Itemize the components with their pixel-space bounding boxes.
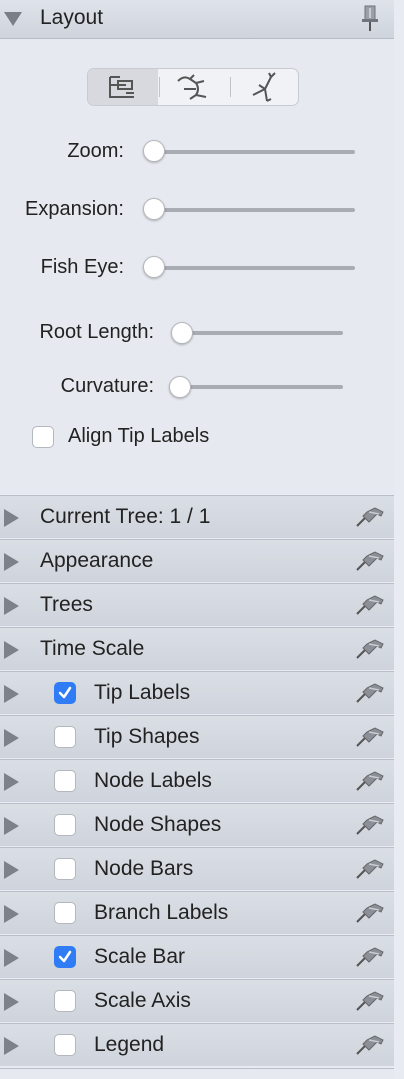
radial-tree-icon[interactable] (231, 69, 298, 105)
pin-icon[interactable] (355, 726, 385, 753)
panel-enable-checkbox[interactable] (54, 726, 76, 748)
pin-icon[interactable] (355, 506, 385, 533)
panel-row-label: Node Shapes (94, 813, 222, 836)
panel-enable-checkbox[interactable] (54, 902, 76, 924)
pin-icon[interactable] (355, 770, 385, 797)
panel-row-label: Appearance (40, 549, 154, 572)
panel-enable-checkbox[interactable] (54, 682, 76, 704)
pin-icon[interactable] (355, 902, 385, 929)
panel-row-label: Node Bars (94, 857, 194, 880)
pin-icon[interactable] (355, 990, 385, 1017)
panel-enable-checkbox[interactable] (54, 1034, 76, 1056)
panel-row[interactable]: Scale Bar (0, 935, 394, 978)
panel-row[interactable]: Node Shapes (0, 803, 394, 846)
disclosure-open-icon[interactable] (4, 12, 22, 26)
zoom-label: Zoom: (67, 140, 124, 162)
layout-panel-header[interactable]: Layout (0, 0, 394, 39)
curvature-label: Curvature: (60, 375, 154, 397)
disclosure-closed-icon[interactable] (4, 509, 19, 527)
panel-row-label: Trees (40, 593, 93, 616)
pin-icon[interactable] (355, 594, 385, 621)
pin-icon[interactable] (355, 814, 385, 841)
panel-bottom (0, 1068, 394, 1079)
panel-row[interactable]: Node Labels (0, 759, 394, 802)
panel-row[interactable]: Tip Shapes (0, 715, 394, 758)
expansion-slider-knob[interactable] (143, 198, 165, 220)
disclosure-closed-icon[interactable] (4, 553, 19, 571)
disclosure-closed-icon[interactable] (4, 905, 19, 923)
rectangular-tree-icon[interactable] (88, 69, 158, 105)
layout-title: Layout (40, 6, 104, 29)
curvature-slider-track[interactable] (181, 385, 343, 389)
panel-row[interactable]: Current Tree: 1 / 1 (0, 495, 394, 538)
panel-row-label: Scale Bar (94, 945, 186, 968)
panel-row[interactable]: Scale Axis (0, 979, 394, 1022)
panel-enable-checkbox[interactable] (54, 990, 76, 1012)
disclosure-closed-icon[interactable] (4, 773, 19, 791)
panel-row[interactable]: Node Bars (0, 847, 394, 890)
zoom-slider-knob[interactable] (143, 140, 165, 162)
root-length-slider-knob[interactable] (171, 322, 193, 344)
align-tip-labels-checkbox[interactable] (32, 426, 54, 448)
pin-icon[interactable] (355, 638, 385, 665)
pin-icon[interactable] (361, 4, 379, 32)
panel-row[interactable]: Appearance (0, 539, 394, 582)
panel-row[interactable]: Tip Labels (0, 671, 394, 714)
curvature-slider-knob[interactable] (169, 376, 191, 398)
panel-row[interactable]: Trees (0, 583, 394, 626)
layout-mode-selector[interactable] (87, 68, 299, 106)
disclosure-closed-icon[interactable] (4, 597, 19, 615)
disclosure-closed-icon[interactable] (4, 685, 19, 703)
root-length-slider-track[interactable] (183, 331, 343, 335)
pin-icon[interactable] (355, 858, 385, 885)
panel-row-label: Node Labels (94, 769, 212, 792)
zoom-slider-track[interactable] (155, 150, 355, 154)
pin-icon[interactable] (355, 682, 385, 709)
fish-eye-label: Fish Eye: (40, 256, 124, 278)
panel-row-label: Legend (94, 1033, 165, 1056)
panel-row-label: Time Scale (40, 637, 145, 660)
align-tip-labels-label[interactable]: Align Tip Labels (68, 425, 209, 448)
panel-enable-checkbox[interactable] (54, 946, 76, 968)
panel-row[interactable]: Time Scale (0, 627, 394, 670)
disclosure-closed-icon[interactable] (4, 949, 19, 967)
panel-row-label: Scale Axis (94, 989, 191, 1012)
fish-eye-slider-track[interactable] (155, 266, 355, 270)
panel-enable-checkbox[interactable] (54, 770, 76, 792)
polar-tree-icon[interactable] (160, 69, 230, 105)
panel-row-label: Tip Labels (94, 681, 191, 704)
disclosure-closed-icon[interactable] (4, 817, 19, 835)
panel-row[interactable]: Branch Labels (0, 891, 394, 934)
panel-row-label: Branch Labels (94, 901, 229, 924)
disclosure-closed-icon[interactable] (4, 641, 19, 659)
disclosure-closed-icon[interactable] (4, 993, 19, 1011)
panel-enable-checkbox[interactable] (54, 858, 76, 880)
expansion-label: Expansion: (25, 198, 124, 220)
disclosure-closed-icon[interactable] (4, 1037, 19, 1055)
panel-row-label: Current Tree: 1 / 1 (40, 505, 211, 528)
panel-row[interactable]: Legend (0, 1023, 394, 1066)
root-length-label: Root Length: (39, 321, 154, 343)
panel-enable-checkbox[interactable] (54, 814, 76, 836)
fish-eye-slider-knob[interactable] (143, 256, 165, 278)
pin-icon[interactable] (355, 1034, 385, 1061)
pin-icon[interactable] (355, 946, 385, 973)
pin-icon[interactable] (355, 550, 385, 577)
disclosure-closed-icon[interactable] (4, 861, 19, 879)
expansion-slider-track[interactable] (155, 208, 355, 212)
panel-row-label: Tip Shapes (94, 725, 200, 748)
disclosure-closed-icon[interactable] (4, 729, 19, 747)
